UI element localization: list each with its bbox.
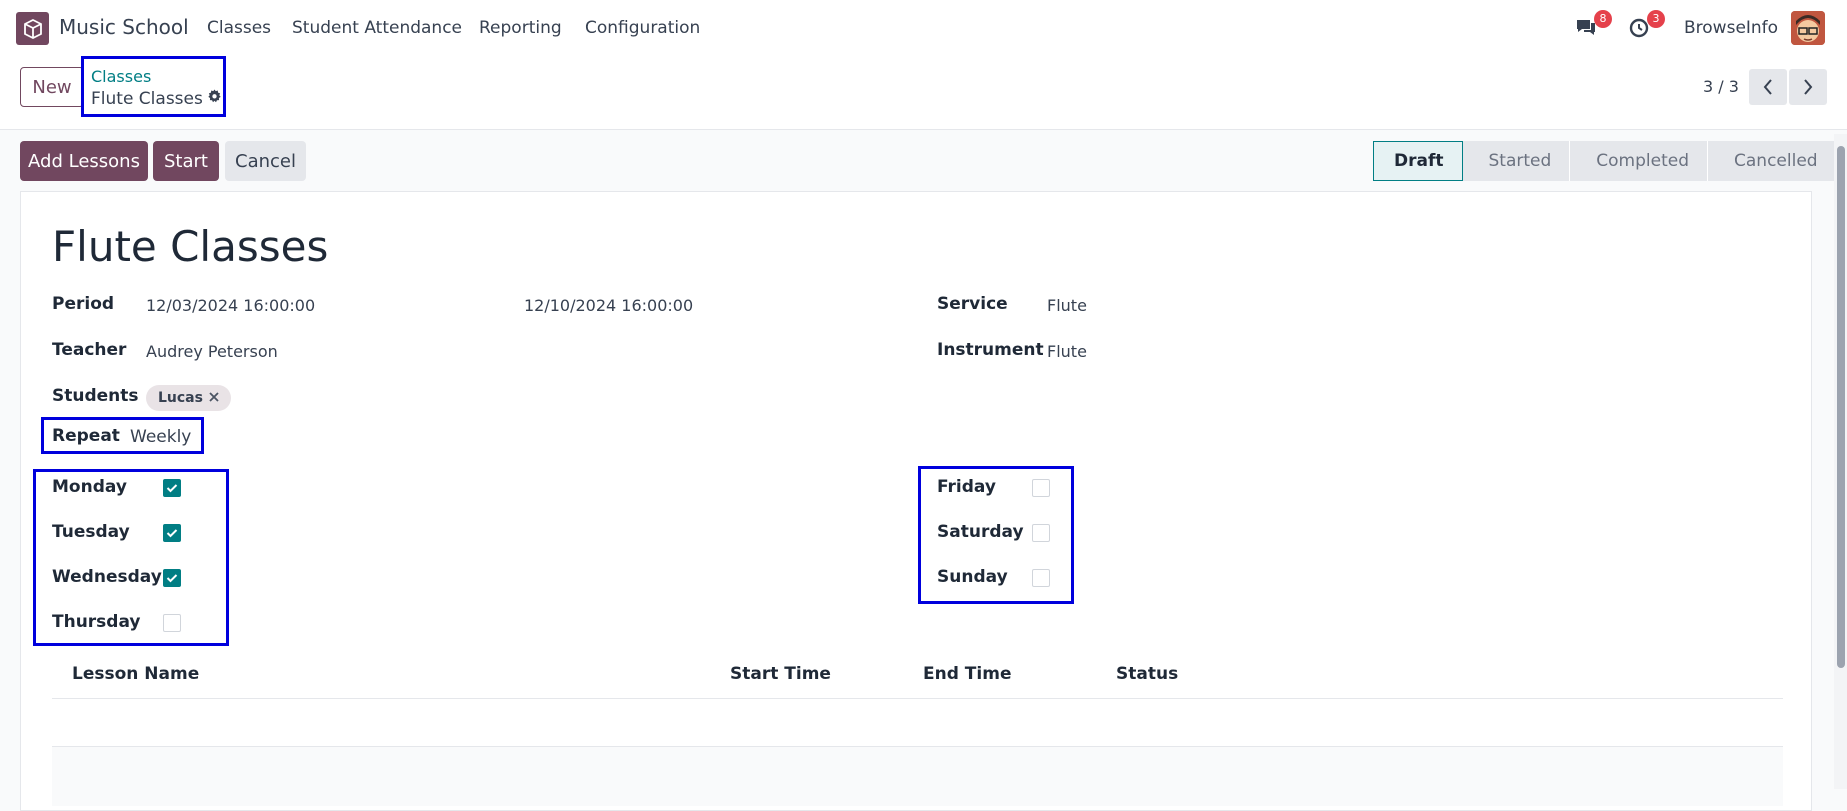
cancel-button[interactable]: Cancel [225, 141, 306, 181]
stage-cancelled[interactable]: Cancelled [1708, 141, 1837, 181]
gear-icon[interactable] [207, 89, 222, 109]
wednesday-checkbox[interactable] [163, 569, 181, 587]
app-home-icon[interactable] [16, 12, 49, 45]
form-sheet: Flute Classes Period 12/03/2024 16:00:00… [20, 191, 1812, 811]
user-avatar[interactable] [1791, 11, 1825, 45]
period-end-field[interactable]: 12/10/2024 16:00:00 [524, 296, 693, 315]
student-tag: Lucas [146, 385, 231, 411]
messages-icon[interactable]: 8 [1574, 10, 1612, 41]
table-header-divider [52, 698, 1783, 699]
stage-draft[interactable]: Draft [1373, 141, 1463, 181]
column-start-time[interactable]: Start Time [730, 664, 831, 684]
menu-configuration[interactable]: Configuration [585, 18, 700, 38]
activities-badge: 3 [1647, 10, 1665, 28]
control-panel: New Classes Flute Classes 3 / 3 [0, 56, 1847, 130]
monday-label: Monday [52, 477, 127, 497]
page-scrollbar[interactable] [1834, 134, 1847, 789]
record-title[interactable]: Flute Classes [52, 222, 328, 271]
wednesday-label: Wednesday [52, 567, 162, 587]
checkmark-icon [166, 574, 178, 583]
student-tag-label: Lucas [158, 390, 203, 406]
breadcrumb-current: Flute Classes [91, 89, 222, 109]
menu-reporting[interactable]: Reporting [479, 18, 562, 38]
friday-label: Friday [937, 477, 996, 497]
period-start-field[interactable]: 12/03/2024 16:00:00 [146, 296, 315, 315]
repeat-highlight: Repeat Weekly [41, 417, 204, 454]
weekdays-right-highlight: Friday Saturday Sunday [918, 466, 1074, 604]
remove-tag-icon[interactable] [209, 390, 219, 406]
repeat-label: Repeat [52, 426, 120, 446]
tuesday-label: Tuesday [52, 522, 130, 542]
tuesday-checkbox[interactable] [163, 524, 181, 542]
thursday-label: Thursday [52, 612, 141, 632]
service-field[interactable]: Flute [1047, 296, 1087, 315]
column-status[interactable]: Status [1116, 664, 1178, 684]
repeat-field[interactable]: Weekly [130, 427, 191, 447]
saturday-label: Saturday [937, 522, 1024, 542]
pager-next-button[interactable] [1789, 69, 1827, 105]
user-menu-name[interactable]: BrowseInfo [1684, 18, 1778, 38]
pager-previous-button[interactable] [1749, 69, 1787, 105]
scroll-thumb[interactable] [1837, 146, 1845, 668]
students-label: Students [52, 386, 139, 406]
breadcrumb-parent-link[interactable]: Classes [91, 67, 151, 86]
chevron-right-icon [1804, 79, 1813, 95]
teacher-label: Teacher [52, 340, 127, 360]
chevron-left-icon [1763, 79, 1772, 95]
column-end-time[interactable]: End Time [923, 664, 1011, 684]
sunday-checkbox[interactable] [1032, 569, 1050, 587]
period-label: Period [52, 294, 115, 314]
stage-completed[interactable]: Completed [1570, 141, 1709, 181]
checkmark-icon [166, 484, 178, 493]
friday-checkbox[interactable] [1032, 479, 1050, 497]
breadcrumb: Classes Flute Classes [81, 56, 226, 117]
teacher-field[interactable]: Audrey Peterson [146, 342, 278, 361]
form-action-bar: Add Lessons Start Cancel Draft Started C… [0, 130, 1847, 190]
pager-value[interactable]: 3 / 3 [1703, 77, 1739, 96]
service-label: Service [937, 294, 1008, 314]
new-button[interactable]: New [20, 67, 84, 107]
stage-started[interactable]: Started [1462, 141, 1571, 181]
table-footer [52, 746, 1783, 806]
messages-badge: 8 [1594, 10, 1612, 28]
top-navbar: Music School Classes Student Attendance … [0, 0, 1847, 56]
activities-clock-icon[interactable]: 3 [1627, 10, 1665, 41]
breadcrumb-current-label: Flute Classes [91, 89, 203, 109]
menu-student-attendance[interactable]: Student Attendance [292, 18, 462, 38]
status-bar: Draft Started Completed Cancelled [1373, 141, 1837, 181]
monday-checkbox[interactable] [163, 479, 181, 497]
start-button[interactable]: Start [153, 141, 219, 181]
add-lessons-button[interactable]: Add Lessons [20, 141, 148, 181]
instrument-field[interactable]: Flute [1047, 342, 1087, 361]
app-name[interactable]: Music School [59, 15, 189, 39]
sunday-label: Sunday [937, 567, 1008, 587]
column-lesson-name[interactable]: Lesson Name [72, 664, 199, 684]
thursday-checkbox[interactable] [163, 614, 181, 632]
menu-classes[interactable]: Classes [207, 18, 271, 38]
instrument-label: Instrument [937, 340, 1044, 360]
saturday-checkbox[interactable] [1032, 524, 1050, 542]
weekdays-left-highlight: Monday Tuesday Wednesday Thursday [33, 469, 229, 646]
checkmark-icon [166, 529, 178, 538]
